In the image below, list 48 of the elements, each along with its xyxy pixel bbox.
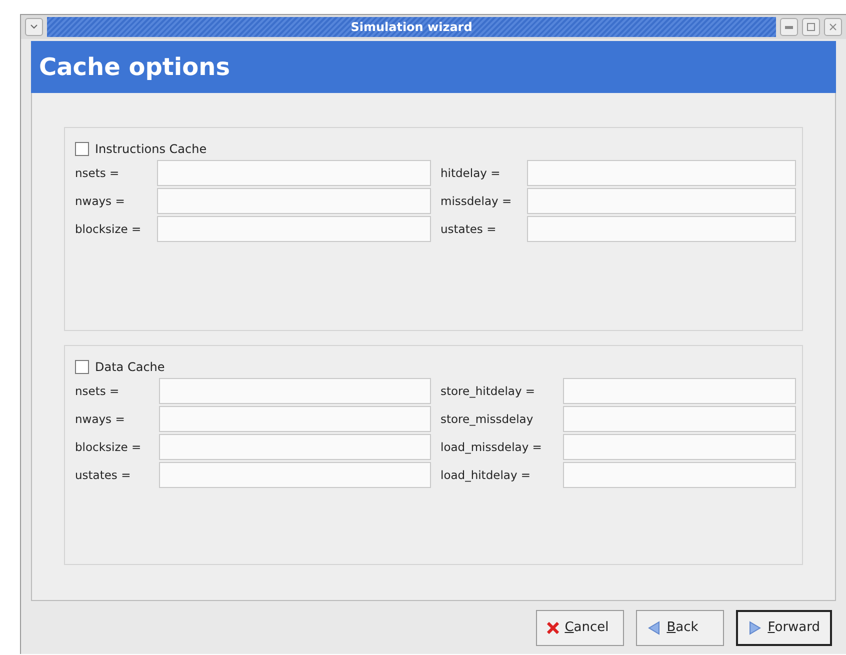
window-menu-button[interactable] xyxy=(25,18,43,36)
field-label: blocksize = xyxy=(75,222,142,236)
field-label: store_missdelay xyxy=(440,412,534,426)
input-field[interactable] xyxy=(562,462,796,488)
field-label: ustates = xyxy=(75,468,132,482)
maximize-button[interactable] xyxy=(802,18,820,36)
input-field[interactable] xyxy=(159,434,430,460)
field-label: nways = xyxy=(75,194,126,208)
input-field[interactable] xyxy=(159,406,430,432)
checkbox[interactable] xyxy=(75,142,89,156)
checkbox[interactable] xyxy=(75,360,89,374)
input-field[interactable] xyxy=(159,462,430,488)
input-field[interactable] xyxy=(526,160,796,186)
checkbox-label: Instructions Cache xyxy=(95,142,207,156)
field-label: blocksize = xyxy=(75,440,142,454)
close-button[interactable] xyxy=(824,18,842,36)
input-field[interactable] xyxy=(157,188,430,214)
right-triangle-icon xyxy=(748,620,762,634)
input-field[interactable] xyxy=(562,434,796,460)
page-title: Cache options xyxy=(39,53,230,81)
field-label: store_hitdelay = xyxy=(440,384,536,398)
input-field[interactable] xyxy=(526,216,796,242)
input-field[interactable] xyxy=(562,378,796,404)
checkbox-label: Data Cache xyxy=(95,360,165,374)
field-label: load_missdelay = xyxy=(440,440,543,454)
field-label: missdelay = xyxy=(440,194,513,208)
field-label: nways = xyxy=(75,412,126,426)
input-field[interactable] xyxy=(159,378,430,404)
input-field[interactable] xyxy=(526,188,796,214)
field-label: load_hitdelay = xyxy=(440,468,532,482)
field-label: ustates = xyxy=(440,222,498,236)
close-icon xyxy=(829,23,837,31)
field-label: nsets = xyxy=(75,384,120,398)
chevron-down-icon xyxy=(30,24,38,30)
maximize-icon xyxy=(807,23,815,31)
close-icon xyxy=(546,622,559,634)
field-label: hitdelay = xyxy=(440,166,502,180)
input-field[interactable] xyxy=(157,160,430,186)
minimize-button[interactable] xyxy=(780,18,798,36)
minimize-icon xyxy=(785,26,793,28)
input-field[interactable] xyxy=(157,216,430,242)
field-label: nsets = xyxy=(75,166,120,180)
input-field[interactable] xyxy=(562,406,796,432)
forward-button[interactable]: Forward xyxy=(736,610,832,646)
cancel-button[interactable]: Cancel xyxy=(536,610,624,646)
window-title: Simulation wizard xyxy=(350,20,472,34)
left-triangle-icon xyxy=(646,620,661,634)
back-button[interactable]: Back xyxy=(636,610,724,646)
